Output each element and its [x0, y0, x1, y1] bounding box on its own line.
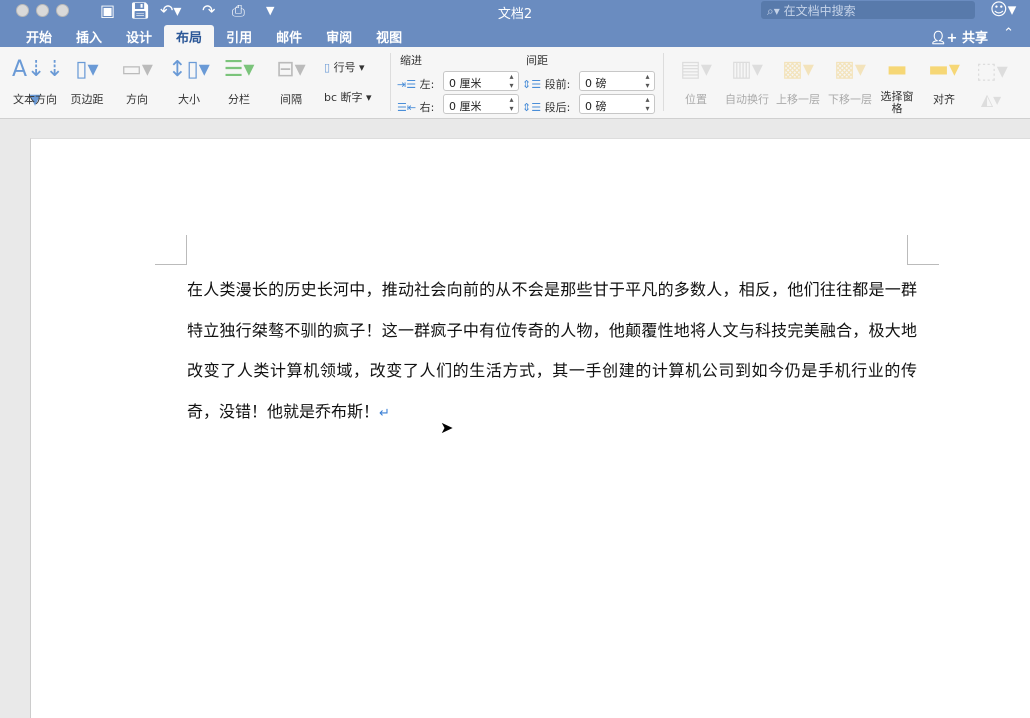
indent-left-icon: ⇥☰ — [397, 78, 417, 91]
spacing-after-field[interactable]: 0 磅 — [579, 94, 655, 114]
search-icon: ⌕▾ — [767, 4, 784, 18]
wrap-text-icon: ▥▾ — [731, 57, 763, 82]
indent-heading: 缩进 — [400, 54, 422, 67]
spacing-before-icon: ⇕☰ — [522, 78, 542, 91]
tab-mailings[interactable]: 邮件 — [264, 25, 314, 47]
spacing-after-label: ⇕☰ 段后: — [522, 101, 571, 114]
ribbon-tabs: 开始 插入 设计 布局 引用 邮件 审阅 视图 — [14, 25, 414, 47]
breaks-icon: ⊟▾ — [276, 57, 306, 82]
wrap-text-button[interactable]: ▥▾ 自动换行 — [722, 55, 772, 107]
text-direction-icon: A⇣⇣ ▾ — [12, 57, 64, 112]
group-icon[interactable]: ⬚▾ — [976, 57, 1008, 87]
mouse-pointer-icon: ➤ — [440, 418, 454, 437]
bring-forward-button[interactable]: ▩▾ 上移一层 — [774, 55, 822, 107]
paragraph-mark: ↵ — [379, 405, 390, 421]
margin-corner-mark — [155, 235, 187, 265]
tab-view[interactable]: 视图 — [364, 25, 414, 47]
search-input[interactable]: ⌕▾ 在文档中搜索 — [761, 1, 975, 19]
tab-home[interactable]: 开始 — [14, 25, 64, 47]
indent-right-label: ☰⇤ 右: — [397, 101, 435, 114]
tab-layout[interactable]: 布局 — [164, 25, 215, 47]
add-person-icon: 👤︎+ — [930, 31, 962, 46]
indent-right-field[interactable]: 0 厘米 — [443, 94, 519, 114]
title-bar: ▣ 💾︎ ↶▾ ↷ ⎙ ▼ 文档2 ⌕▾ 在文档中搜索 ☺▾ 开始 插入 设计 … — [0, 0, 1030, 47]
send-backward-icon: ▩▾ — [834, 57, 866, 82]
selection-pane-button[interactable]: ▬ 选择窗格 — [880, 55, 914, 115]
rotate-icon[interactable]: ◭▾ — [976, 85, 1006, 115]
spacing-after-icon: ⇕☰ — [522, 101, 542, 114]
orientation-button[interactable]: ▭▾ 方向 — [116, 55, 158, 107]
hyphenation-button[interactable]: bc 断字 ▾ — [324, 89, 372, 105]
collapse-ribbon-icon[interactable]: ⌃ — [1003, 26, 1014, 41]
text-direction-button[interactable]: A⇣⇣ ▾ 文本方向 — [12, 55, 64, 112]
document-page[interactable]: 在人类漫长的历史长河中，推动社会向前的从不会是那些甘于平凡的多数人，相反，他们往… — [30, 138, 1030, 718]
line-numbers-icon: ▯ — [324, 61, 334, 74]
indent-left-field[interactable]: 0 厘米 — [443, 71, 519, 91]
smiley-feedback-icon[interactable]: ☺▾ — [990, 0, 1016, 20]
align-icon: ▬▾ — [928, 57, 960, 82]
margins-button[interactable]: ▯▾ 页边距 — [66, 55, 108, 107]
tab-review[interactable]: 审阅 — [314, 25, 364, 47]
hyphenation-icon: bc — [324, 91, 341, 104]
tab-insert[interactable]: 插入 — [64, 25, 114, 47]
margin-corner-mark — [907, 235, 939, 265]
size-icon: ↕▯▾ — [168, 57, 210, 82]
bring-forward-icon: ▩▾ — [782, 57, 814, 82]
tab-design[interactable]: 设计 — [114, 25, 164, 47]
spacing-before-label: ⇕☰ 段前: — [522, 78, 571, 91]
share-button[interactable]: 👤︎+ 共享 — [930, 27, 988, 46]
selection-pane-icon: ▬ — [886, 57, 908, 82]
indent-left-label: ⇥☰ 左: — [397, 78, 435, 91]
spacing-heading: 间距 — [526, 54, 548, 67]
size-button[interactable]: ↕▯▾ 大小 — [168, 55, 210, 107]
columns-button[interactable]: ☰▾ 分栏 — [218, 55, 260, 107]
orientation-icon: ▭▾ — [121, 57, 153, 82]
columns-icon: ☰▾ — [223, 57, 255, 82]
position-button[interactable]: ▤▾ 位置 — [676, 55, 716, 107]
margins-icon: ▯▾ — [75, 57, 99, 82]
align-button[interactable]: ▬▾ 对齐 — [924, 55, 964, 107]
ribbon: A⇣⇣ ▾ 文本方向 ▯▾ 页边距 ▭▾ 方向 ↕▯▾ 大小 ☰▾ 分栏 ⊟▾ 间隔 ▯ 行… — [0, 47, 1030, 119]
position-icon: ▤▾ — [680, 57, 712, 82]
spacing-before-field[interactable]: 0 磅 — [579, 71, 655, 91]
send-backward-button[interactable]: ▩▾ 下移一层 — [826, 55, 874, 107]
document-paragraph[interactable]: 在人类漫长的历史长河中，推动社会向前的从不会是那些甘于平凡的多数人，相反，他们往… — [187, 270, 917, 434]
line-numbers-button[interactable]: ▯ 行号 ▾ — [324, 59, 365, 75]
tab-references[interactable]: 引用 — [214, 25, 264, 47]
indent-right-icon: ☰⇤ — [397, 101, 417, 114]
breaks-button[interactable]: ⊟▾ 间隔 — [270, 55, 312, 107]
